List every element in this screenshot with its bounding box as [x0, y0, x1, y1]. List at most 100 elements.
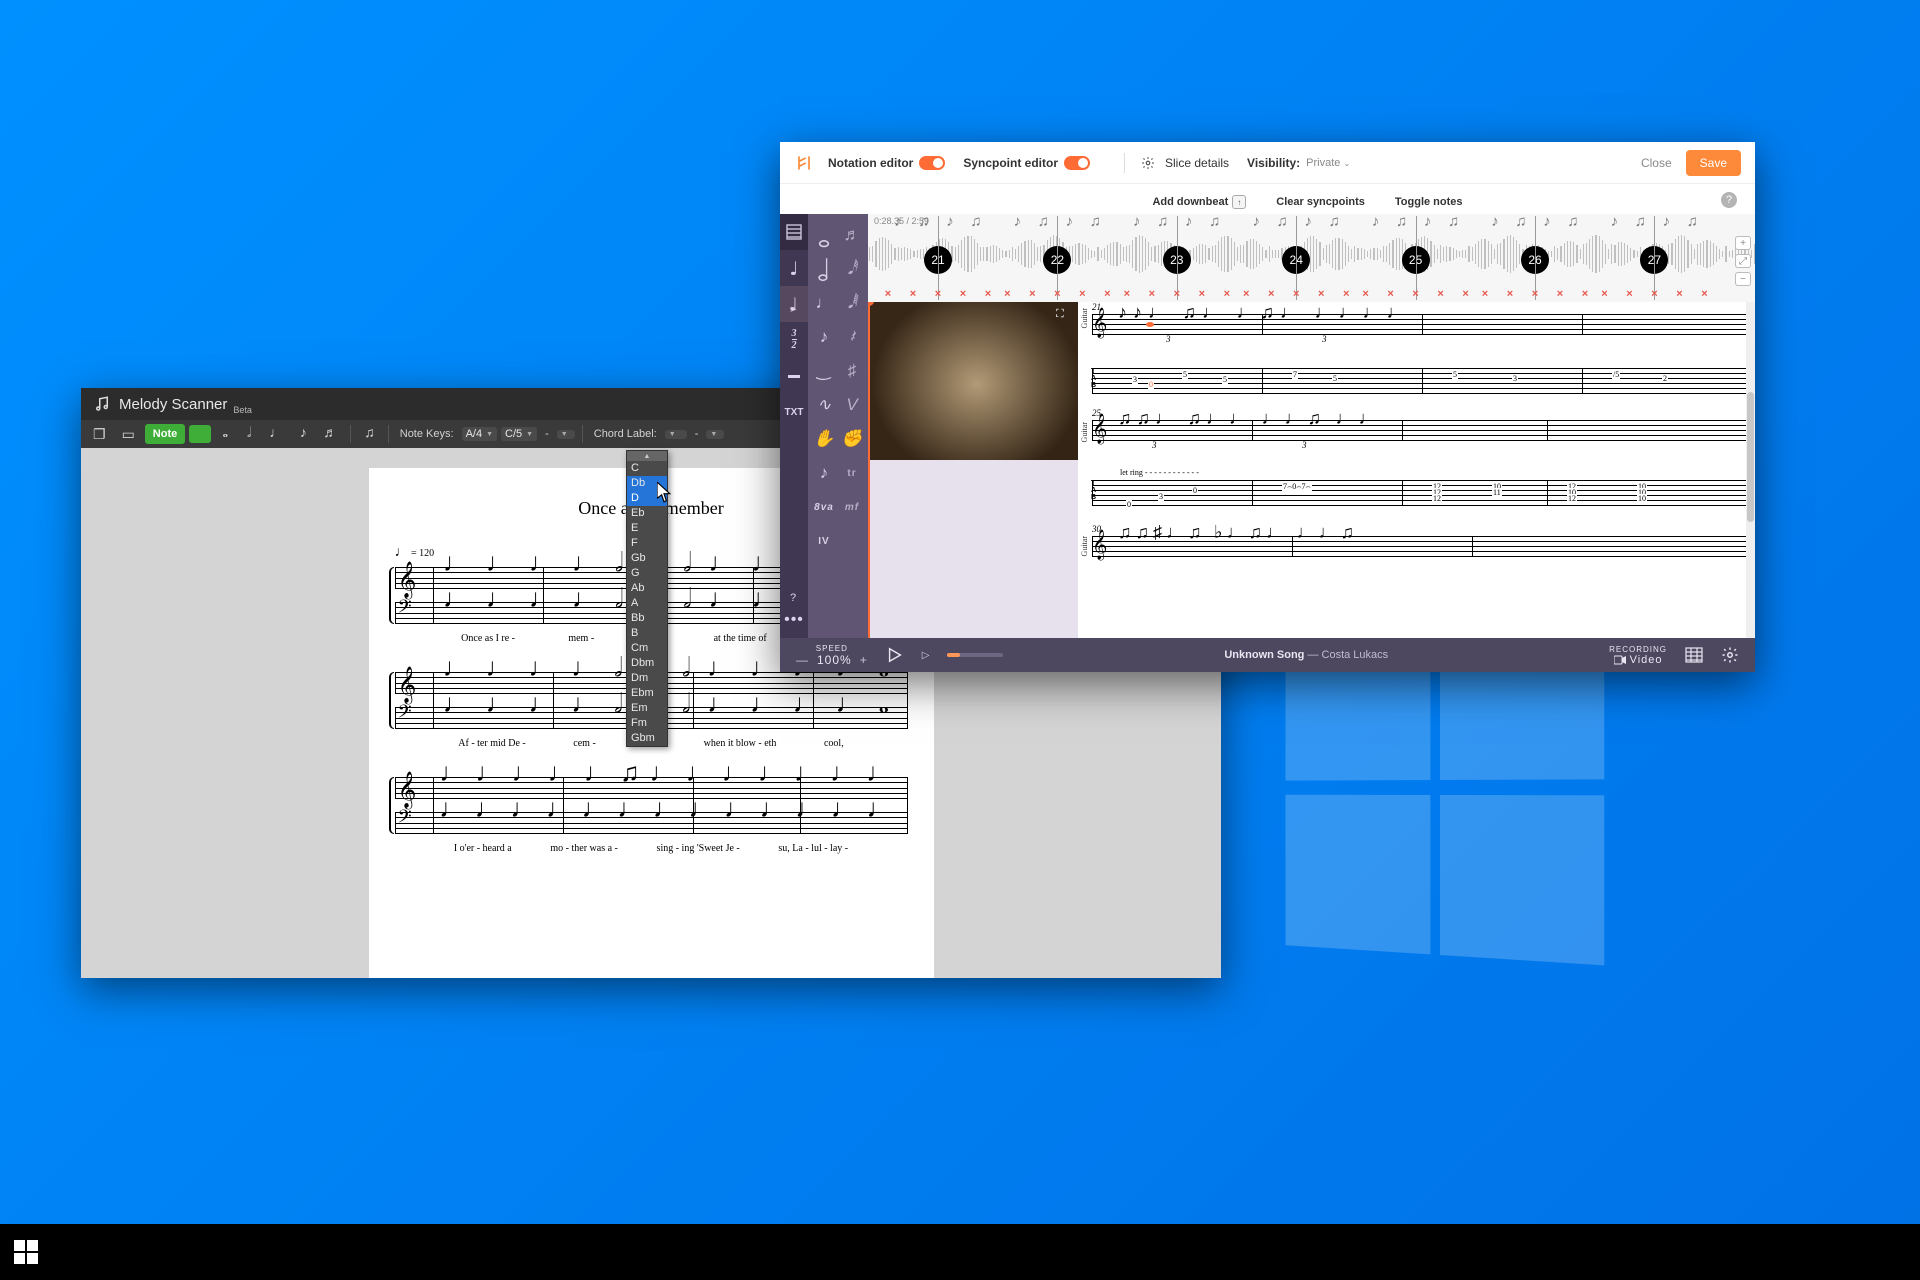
subbeat-x-icon[interactable]: ×	[885, 288, 891, 300]
paste-icon[interactable]: ▭	[116, 424, 141, 444]
dropdown-scroll-up-icon[interactable]: ▲	[627, 451, 667, 461]
downbeat-marker[interactable]: 26	[1521, 246, 1549, 274]
sixteenth-note-icon[interactable]: ♬	[838, 218, 866, 252]
visibility-selector[interactable]: Visibility: Private ⌄	[1247, 156, 1350, 170]
downbeat-marker[interactable]: 24	[1282, 246, 1310, 274]
save-button[interactable]: Save	[1686, 150, 1741, 176]
subbeat-x-icon[interactable]: ×	[1437, 288, 1443, 300]
chord-option[interactable]: Ab	[627, 581, 667, 596]
whole-note-icon[interactable]	[810, 218, 838, 252]
playhead[interactable]	[868, 302, 870, 638]
subbeat-x-icon[interactable]: ×	[1676, 288, 1682, 300]
chord-option[interactable]: Db	[627, 476, 667, 491]
expand-icon[interactable]: ⛶	[1056, 308, 1072, 324]
video-preview[interactable]: ⛶	[868, 302, 1078, 460]
subbeat-x-icon[interactable]: ×	[1124, 288, 1130, 300]
sixteenth-note-icon[interactable]: ♬	[317, 424, 343, 444]
chord-option[interactable]: Dbm	[627, 656, 667, 671]
trill-label[interactable]: tr	[838, 456, 866, 490]
chord-option[interactable]: A	[627, 596, 667, 611]
chord-label-dropdown[interactable]: ▲ CDbDEbEFGbGAbABbBCmDbmDmEbmEmFmGbm	[626, 450, 668, 747]
chord-option[interactable]: Dm	[627, 671, 667, 686]
subbeat-x-icon[interactable]: ×	[1462, 288, 1468, 300]
mini-play-icon[interactable]: ▷	[922, 650, 930, 661]
subbeat-x-icon[interactable]: ×	[935, 288, 941, 300]
notation-editor-toggle[interactable]: Notation editor	[828, 156, 945, 170]
downbeat-marker[interactable]: 27	[1640, 246, 1668, 274]
subbeat-x-icon[interactable]: ×	[1054, 288, 1060, 300]
quarter-note-icon[interactable]: ♩	[263, 424, 289, 444]
chord-option[interactable]: B	[627, 626, 667, 641]
subbeat-x-icon[interactable]: ×	[1224, 288, 1230, 300]
half-note-icon[interactable]: 𝅗𝅥	[239, 424, 259, 444]
play-button[interactable]	[886, 646, 904, 664]
subbeat-x-icon[interactable]: ×	[1482, 288, 1488, 300]
subbeat-x-icon[interactable]: ×	[1004, 288, 1010, 300]
close-button[interactable]: Close	[1627, 156, 1686, 170]
notation-score[interactable]: Guitar Guitar Guitar 21 𝄞 ♪♪♩ ♫♩ ♩♫♩ ♩♩♩…	[1078, 302, 1755, 638]
subbeat-x-icon[interactable]: ×	[1029, 288, 1035, 300]
half-note-icon[interactable]	[810, 252, 838, 286]
hand-stop-icon[interactable]: ✊	[838, 422, 866, 456]
toggle-on-icon[interactable]	[919, 156, 945, 170]
subbeat-x-icon[interactable]: ×	[1651, 288, 1657, 300]
subbeat-x-icon[interactable]: ×	[1532, 288, 1538, 300]
chord-option[interactable]: Gb	[627, 551, 667, 566]
chord-option[interactable]: G	[627, 566, 667, 581]
note-key-empty-select[interactable]	[557, 430, 575, 439]
progress-bar[interactable]	[947, 653, 1003, 657]
downbeat-marker[interactable]: 25	[1402, 246, 1430, 274]
copy-icon[interactable]: ❐	[87, 424, 112, 444]
note-key-1-select[interactable]: A/4	[462, 427, 497, 441]
grid-view-icon[interactable]	[780, 214, 808, 250]
chord-extra-select[interactable]	[706, 430, 724, 439]
chord-option[interactable]: Fm	[627, 716, 667, 731]
chord-option[interactable]: Ebm	[627, 686, 667, 701]
subbeat-x-icon[interactable]: ×	[985, 288, 991, 300]
rest-icon[interactable]: 𝄽	[838, 320, 866, 354]
subbeat-x-icon[interactable]: ×	[1199, 288, 1205, 300]
chord-option[interactable]: D	[627, 491, 667, 506]
subbeat-x-icon[interactable]: ×	[1104, 288, 1110, 300]
subbeat-x-icon[interactable]: ×	[910, 288, 916, 300]
editor-logo-icon[interactable]	[794, 153, 814, 173]
subbeat-x-icon[interactable]: ×	[960, 288, 966, 300]
help-icon[interactable]: ?	[1721, 192, 1737, 208]
downbeat-marker[interactable]: 23	[1163, 246, 1191, 274]
toggle-notes-button[interactable]: Toggle notes	[1395, 196, 1463, 208]
color-swatch-button[interactable]	[189, 425, 211, 443]
downbeat-marker[interactable]: 22	[1043, 246, 1071, 274]
note-mode-button[interactable]: Note	[145, 424, 185, 444]
speed-increase-button[interactable]: +	[860, 653, 868, 667]
subbeat-x-icon[interactable]: ×	[1268, 288, 1274, 300]
subbeat-x-icon[interactable]: ×	[1149, 288, 1155, 300]
subbeat-x-icon[interactable]: ×	[1293, 288, 1299, 300]
zoom-in-icon[interactable]: +	[1735, 236, 1751, 250]
clear-syncpoints-button[interactable]: Clear syncpoints	[1276, 196, 1365, 208]
palm-mute-icon[interactable]: ✋	[810, 422, 838, 456]
vibrato-icon[interactable]: ∿	[810, 388, 838, 422]
fraction-tool[interactable]: 32	[780, 322, 808, 358]
subbeat-x-icon[interactable]: ×	[1601, 288, 1607, 300]
thirtysecond-note-icon[interactable]: 𝅘𝅥𝅰	[838, 252, 866, 286]
roman-numeral-label[interactable]: IV	[810, 524, 838, 558]
subbeat-x-icon[interactable]: ×	[1582, 288, 1588, 300]
tie-icon[interactable]: ‿	[810, 354, 838, 388]
chord-option[interactable]: E	[627, 521, 667, 536]
subbeat-x-icon[interactable]: ×	[1343, 288, 1349, 300]
subbeat-x-icon[interactable]: ×	[1507, 288, 1513, 300]
subbeat-x-icon[interactable]: ×	[1079, 288, 1085, 300]
waveform-timeline[interactable]: 0:28.35 / 2:59 ♪♫♪♫♪♫♪♫♪♫♪♫♪♫♪♫♪♫♪♫♪♫♪♫♪…	[868, 214, 1755, 302]
subbeat-x-icon[interactable]: ×	[1626, 288, 1632, 300]
syncpoint-editor-toggle[interactable]: Syncpoint editor	[963, 156, 1090, 170]
more-tools-icon[interactable]: •••	[780, 602, 808, 638]
eighth-note-icon[interactable]: ♪	[293, 424, 313, 444]
settings-gear-icon[interactable]	[1721, 646, 1739, 664]
toggle-on-icon[interactable]	[1064, 156, 1090, 170]
chord-option[interactable]: Em	[627, 701, 667, 716]
chord-option[interactable]: Gbm	[627, 731, 667, 746]
chord-option[interactable]: Eb	[627, 506, 667, 521]
v-upstroke-icon[interactable]: V	[838, 388, 866, 422]
start-button-icon[interactable]	[14, 1240, 38, 1264]
subbeat-x-icon[interactable]: ×	[1174, 288, 1180, 300]
